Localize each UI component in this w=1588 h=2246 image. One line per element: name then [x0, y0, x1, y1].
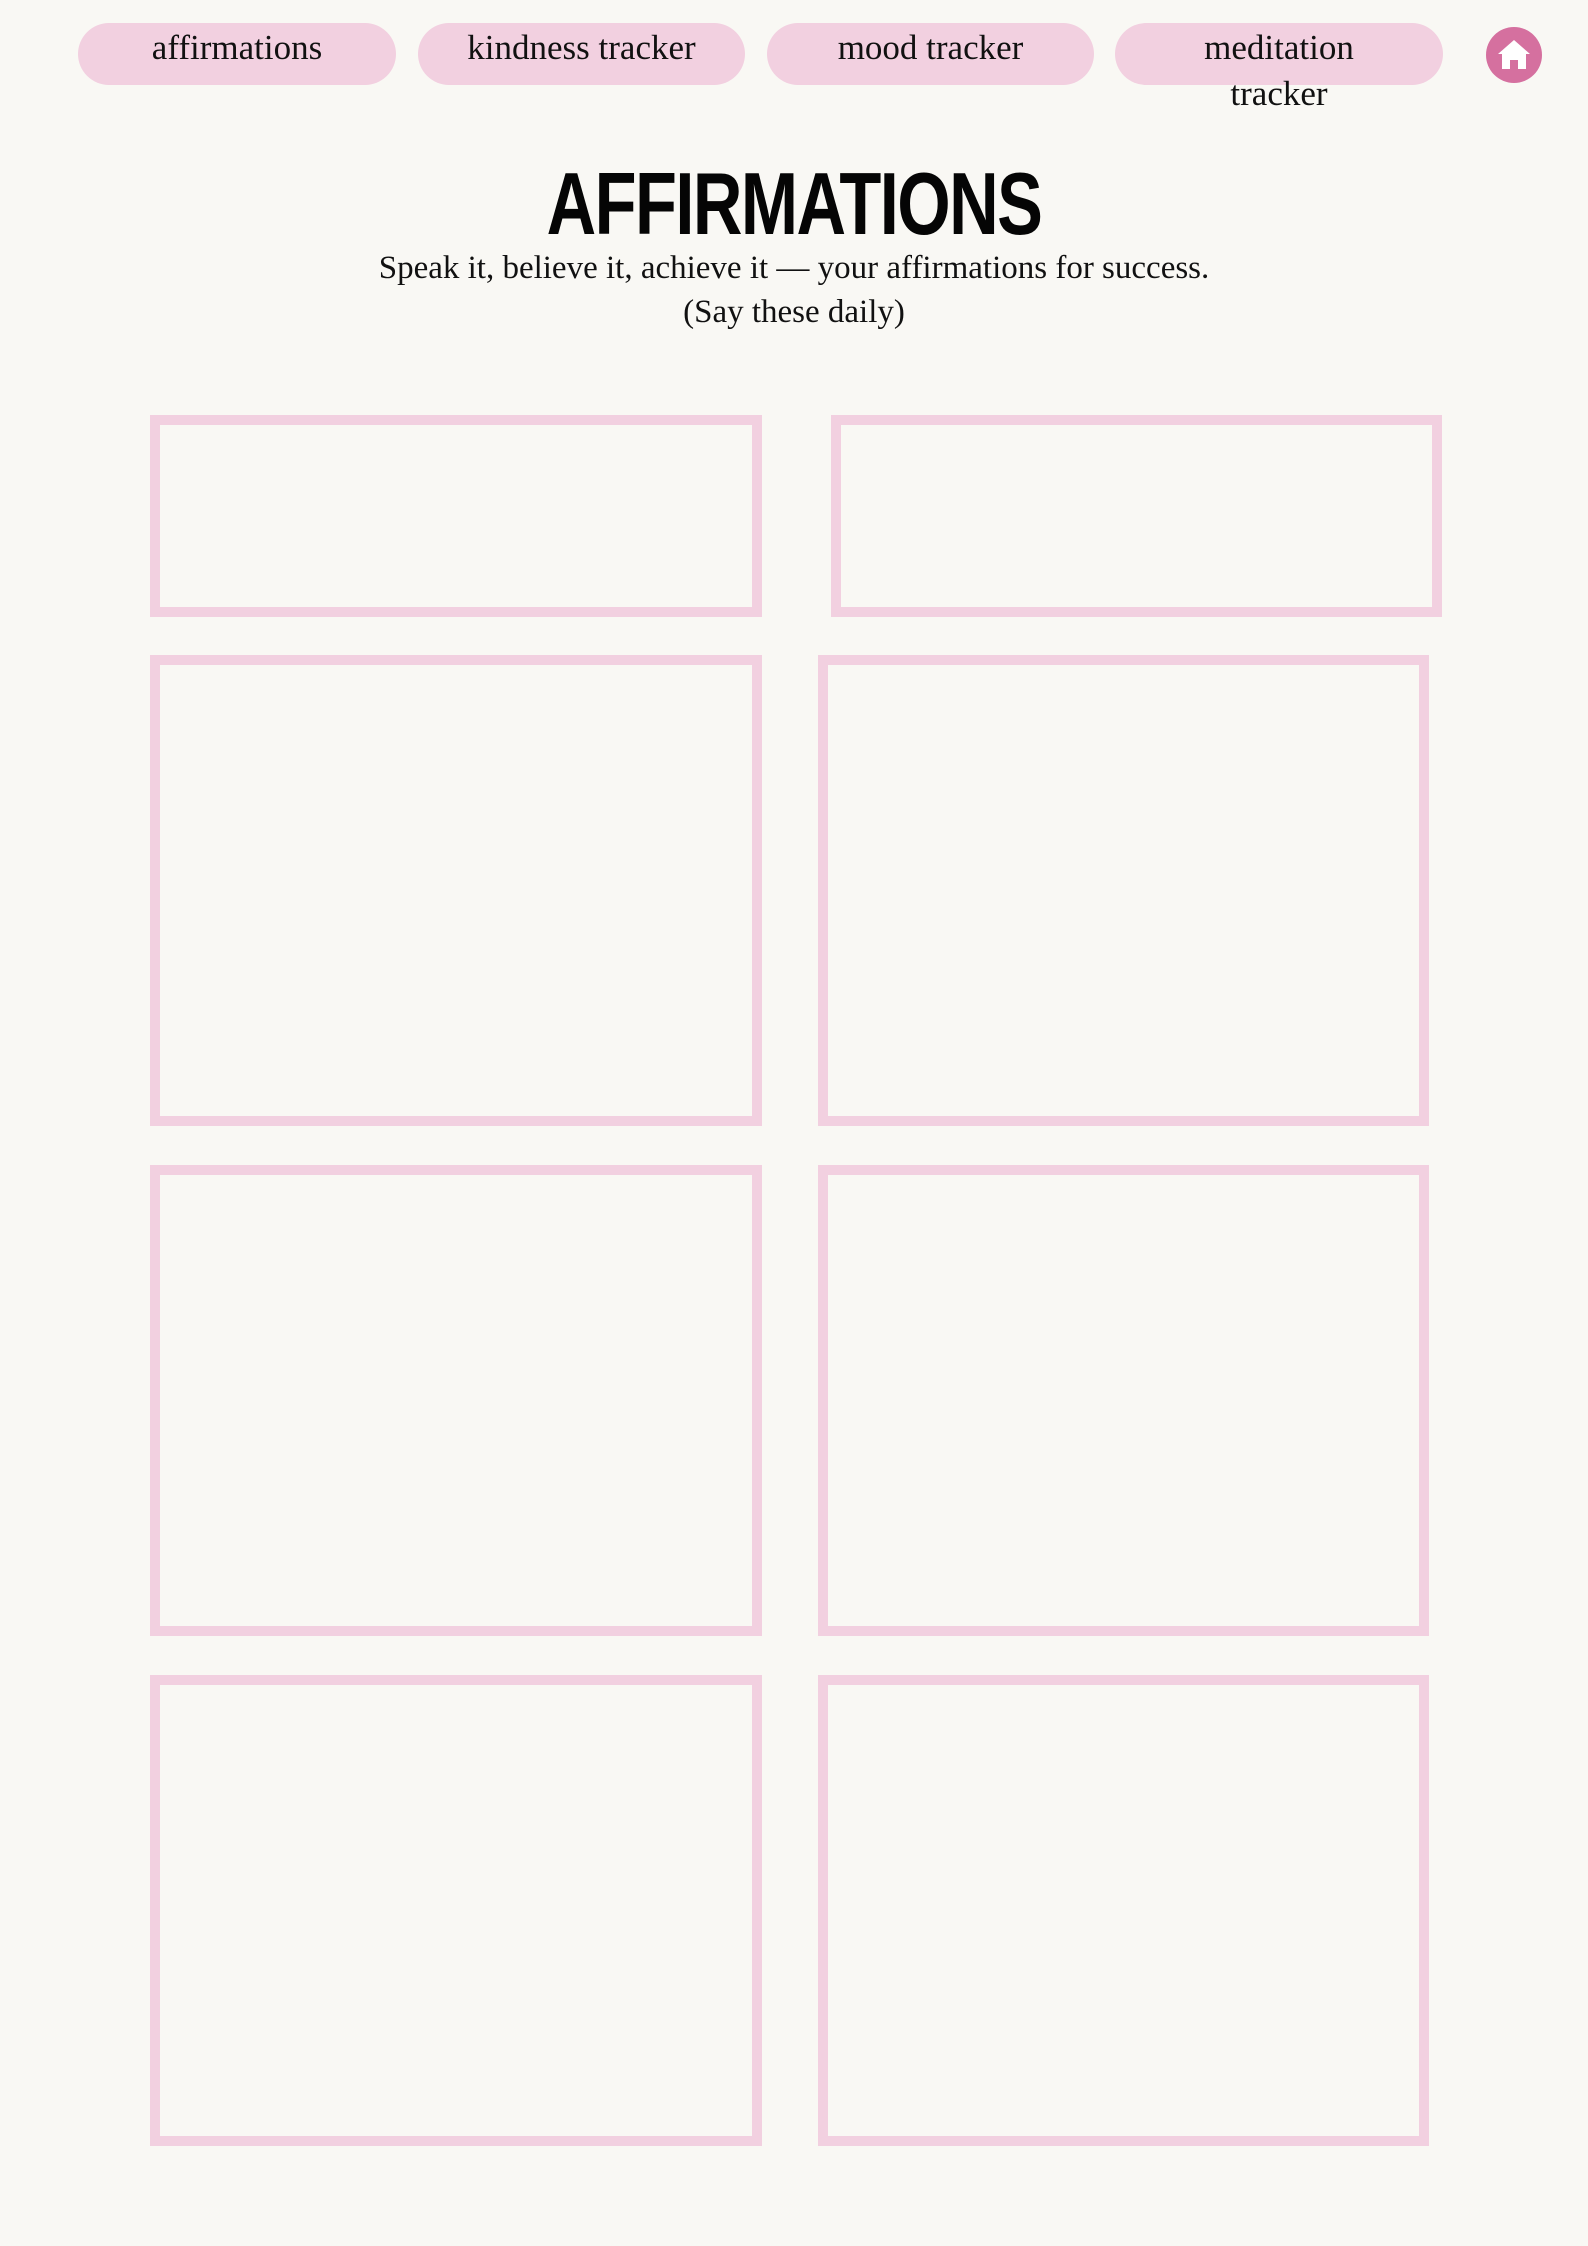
home-button[interactable] [1486, 27, 1542, 83]
affirmation-box-2[interactable] [831, 415, 1442, 617]
affirmation-box-3[interactable] [150, 655, 762, 1126]
affirmation-box-1[interactable] [150, 415, 762, 617]
tab-affirmations[interactable]: affirmations [78, 23, 396, 85]
affirmation-box-4[interactable] [818, 655, 1429, 1126]
page-title: AFFIRMATIONS [546, 154, 1043, 253]
tab-meditation-tracker[interactable]: meditation tracker [1115, 23, 1443, 113]
affirmation-box-8[interactable] [818, 1675, 1429, 2146]
home-icon [1498, 40, 1530, 69]
affirmation-box-5[interactable] [150, 1165, 762, 1636]
page-subtitle: Speak it, believe it, achieve it — your … [378, 250, 1210, 286]
page-note: (Say these daily) [683, 294, 905, 330]
tab-mood-tracker[interactable]: mood tracker [767, 23, 1094, 85]
tab-kindness-tracker[interactable]: kindness tracker [418, 23, 745, 85]
affirmation-box-7[interactable] [150, 1675, 762, 2146]
affirmation-box-6[interactable] [818, 1165, 1429, 1636]
